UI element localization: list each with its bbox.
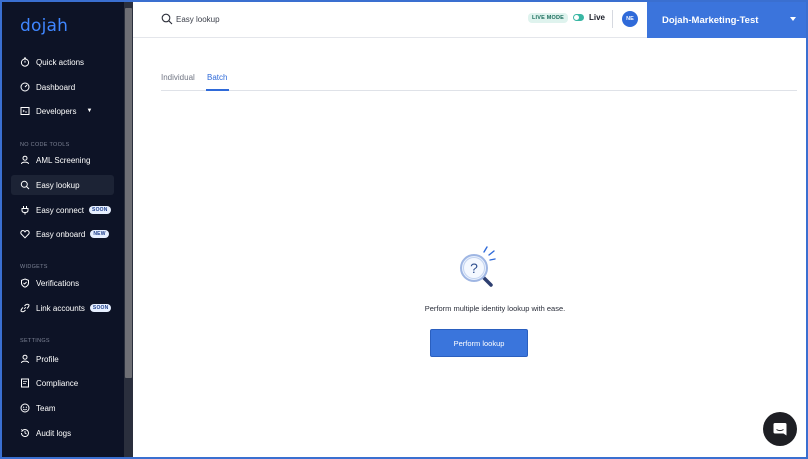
sidebar-item-label: Developers bbox=[36, 106, 77, 116]
code-icon bbox=[20, 107, 30, 115]
sidebar-item-label: Easy lookup bbox=[36, 180, 80, 190]
section-label-no-code: NO CODE TOOLS bbox=[20, 142, 70, 148]
tab-batch[interactable]: Batch bbox=[207, 73, 227, 82]
sidebar-item-label: Easy onboard bbox=[36, 229, 86, 239]
search-icon bbox=[20, 180, 30, 190]
sidebar-item-developers[interactable]: Developers ▼ bbox=[11, 101, 114, 121]
chat-launcher-button[interactable] bbox=[763, 412, 797, 446]
top-bar: LIVE MODE Live NE Dojah-Marketing-Test bbox=[133, 2, 806, 38]
sidebar-item-profile[interactable]: Profile bbox=[11, 349, 114, 369]
plug-icon bbox=[21, 206, 29, 215]
sidebar-item-label: Easy connect bbox=[36, 205, 85, 215]
link-icon bbox=[20, 303, 30, 313]
sidebar: dojah Quick actions Dashboard Developers… bbox=[2, 2, 133, 457]
sidebar-item-dashboard[interactable]: Dashboard bbox=[11, 77, 114, 97]
tab-individual[interactable]: Individual bbox=[161, 73, 195, 82]
new-badge: NEW bbox=[90, 230, 109, 238]
active-tab-indicator bbox=[206, 89, 229, 91]
sidebar-item-label: Profile bbox=[36, 354, 59, 364]
svg-text:?: ? bbox=[470, 260, 478, 276]
user-icon bbox=[21, 155, 29, 165]
sidebar-item-team[interactable]: Team bbox=[11, 398, 114, 418]
sidebar-item-aml-screening[interactable]: AML Screening bbox=[11, 150, 114, 170]
sidebar-item-easy-lookup[interactable]: Easy lookup bbox=[11, 175, 114, 195]
search-input[interactable] bbox=[176, 12, 376, 26]
soon-badge: SOON bbox=[89, 206, 111, 214]
empty-state-text: Perform multiple identity lookup with ea… bbox=[424, 304, 566, 313]
chevron-down-icon: ▼ bbox=[86, 108, 93, 114]
chat-icon bbox=[773, 423, 787, 436]
avatar[interactable]: NE bbox=[622, 11, 638, 27]
dojah-logo[interactable]: dojah bbox=[20, 16, 68, 36]
shield-icon bbox=[21, 278, 29, 288]
section-label-settings: SETTINGS bbox=[20, 338, 50, 344]
search-icon bbox=[161, 13, 173, 25]
topbar-divider bbox=[612, 10, 613, 28]
sidebar-scrollbar-thumb[interactable] bbox=[125, 8, 132, 378]
app-window: dojah Quick actions Dashboard Developers… bbox=[2, 2, 806, 457]
live-mode-toggle[interactable] bbox=[573, 14, 584, 21]
stopwatch-icon bbox=[20, 57, 30, 67]
user-icon bbox=[21, 354, 29, 364]
gauge-icon bbox=[20, 82, 30, 92]
sidebar-item-label: AML Screening bbox=[36, 155, 91, 165]
sidebar-item-label: Quick actions bbox=[36, 57, 85, 67]
sidebar-item-compliance[interactable]: Compliance bbox=[11, 373, 114, 393]
soon-badge: SOON bbox=[89, 304, 112, 312]
team-icon bbox=[20, 403, 30, 413]
sidebar-item-quick-actions[interactable]: Quick actions bbox=[11, 52, 114, 72]
sidebar-item-label: Audit logs bbox=[36, 428, 72, 438]
magnifier-question-icon: ? bbox=[460, 246, 496, 287]
sidebar-scrollbar[interactable] bbox=[124, 2, 133, 457]
history-icon bbox=[20, 429, 29, 438]
sidebar-item-label: Verifications bbox=[36, 278, 80, 288]
chevron-down-icon bbox=[790, 17, 796, 21]
document-icon bbox=[21, 378, 29, 388]
account-name: Dojah-Marketing-Test bbox=[662, 14, 759, 26]
sidebar-item-easy-connect[interactable]: Easy connect SOON bbox=[11, 200, 114, 220]
sidebar-item-audit-logs[interactable]: Audit logs bbox=[11, 423, 114, 443]
sidebar-item-easy-onboard[interactable]: Easy onboard NEW bbox=[11, 224, 114, 244]
lookup-tabs: Individual Batch bbox=[161, 70, 797, 91]
perform-lookup-button[interactable]: Perform lookup bbox=[430, 329, 528, 357]
live-mode-badge: LIVE MODE bbox=[528, 13, 569, 23]
sidebar-item-label: Compliance bbox=[36, 378, 79, 388]
sidebar-item-label: Dashboard bbox=[36, 82, 76, 92]
live-label: Live bbox=[589, 13, 606, 22]
section-label-widgets: WIDGETS bbox=[20, 264, 48, 270]
sidebar-item-label: Link accounts bbox=[36, 303, 85, 313]
sidebar-item-verifications[interactable]: Verifications bbox=[11, 273, 114, 293]
sidebar-item-link-accounts[interactable]: Link accounts SOON bbox=[11, 298, 114, 318]
heart-icon bbox=[20, 229, 30, 239]
sidebar-item-label: Team bbox=[36, 403, 56, 413]
account-switcher[interactable]: Dojah-Marketing-Test bbox=[647, 2, 806, 38]
